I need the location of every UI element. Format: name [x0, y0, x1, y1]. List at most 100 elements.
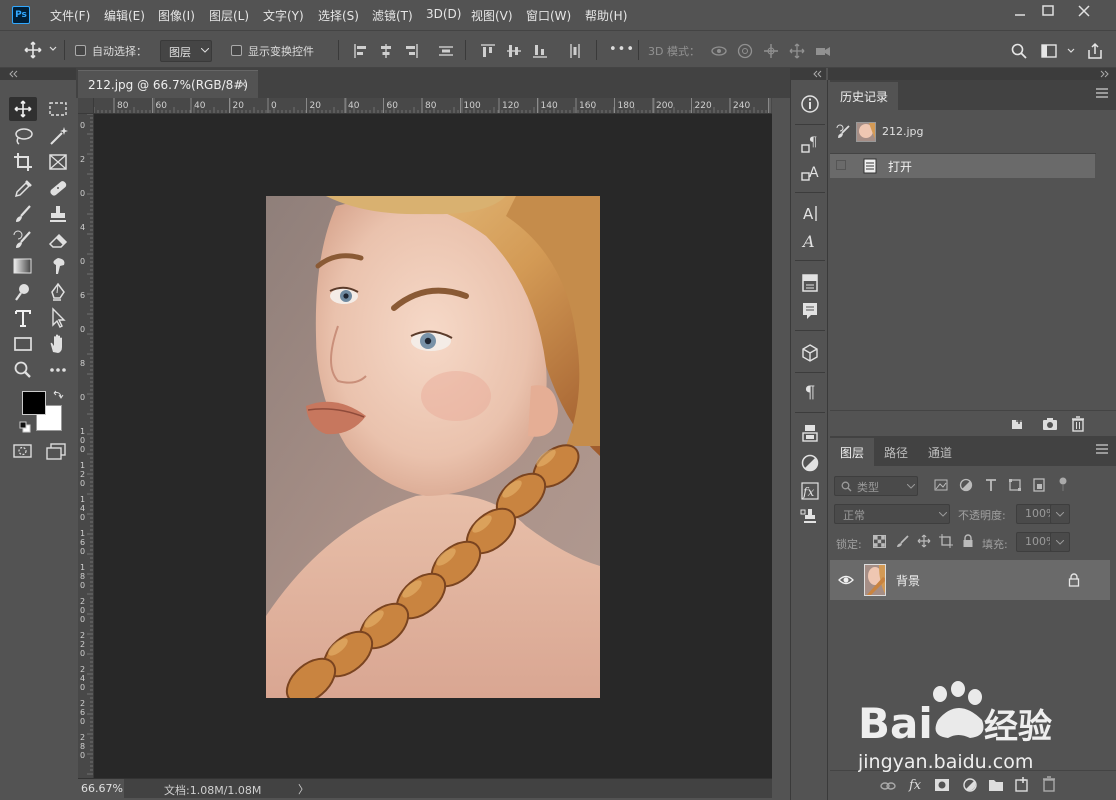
- filter-adjustment-icon[interactable]: [959, 478, 973, 492]
- vertical-ruler[interactable]: 020406080100120140160180200220240260280: [78, 114, 94, 778]
- frame-tool[interactable]: [44, 150, 72, 174]
- quick-mask-icon[interactable]: [12, 442, 34, 460]
- clone-source-icon[interactable]: [799, 506, 821, 528]
- clone-stamp-tool[interactable]: [44, 202, 72, 226]
- distribute-vertical-icon[interactable]: [566, 42, 584, 60]
- menu-view[interactable]: 视图(V): [471, 7, 513, 24]
- share-icon[interactable]: [1086, 42, 1104, 60]
- menu-select[interactable]: 选择(S): [318, 7, 359, 24]
- character-panel-icon[interactable]: A: [799, 202, 821, 224]
- 3d-slide-icon[interactable]: [788, 42, 806, 60]
- zoom-level-field[interactable]: 66.67%: [78, 779, 124, 798]
- more-options-button[interactable]: •••: [609, 42, 635, 57]
- layers-panel-menu-icon[interactable]: [1096, 444, 1108, 454]
- edit-toolbar-button[interactable]: [44, 358, 72, 382]
- menu-3d[interactable]: 3D(D): [426, 7, 461, 21]
- lasso-tool[interactable]: [9, 124, 37, 148]
- right-dock-collapse-bar[interactable]: [828, 68, 1116, 80]
- align-middle-icon[interactable]: [505, 42, 523, 60]
- ruler-origin[interactable]: [78, 98, 94, 114]
- default-colors-icon[interactable]: [19, 421, 31, 433]
- history-step[interactable]: 打开: [830, 154, 1095, 178]
- opacity-dropdown[interactable]: [1050, 504, 1070, 524]
- close-window-button[interactable]: [1070, 2, 1098, 20]
- minimize-button[interactable]: [1006, 2, 1034, 20]
- menu-filter[interactable]: 滤镜(T): [372, 7, 413, 24]
- history-brush-source-icon[interactable]: [835, 124, 851, 140]
- screen-mode-icon[interactable]: [44, 442, 68, 460]
- filter-type-icon[interactable]: [984, 478, 998, 492]
- type-tool[interactable]: [9, 306, 37, 330]
- layer-comps-icon[interactable]: [799, 422, 821, 444]
- paragraph-panel-icon[interactable]: ¶: [799, 382, 821, 404]
- show-transform-checkbox[interactable]: [231, 45, 242, 56]
- magic-wand-tool[interactable]: [44, 124, 72, 148]
- layer-name[interactable]: 背景: [896, 572, 920, 589]
- lock-all-icon[interactable]: [962, 534, 974, 548]
- auto-select-target-dropdown[interactable]: 图层: [160, 40, 212, 62]
- search-icon[interactable]: [1010, 42, 1028, 60]
- filter-smart-object-icon[interactable]: [1032, 478, 1046, 492]
- lock-transparent-icon[interactable]: [873, 535, 886, 548]
- layer-filter-kind-dropdown[interactable]: 类型: [834, 476, 918, 496]
- dodge-tool[interactable]: [9, 280, 37, 304]
- filter-shape-icon[interactable]: [1008, 478, 1022, 492]
- layer-row[interactable]: 背景: [830, 560, 1110, 600]
- delete-state-icon[interactable]: [1071, 416, 1085, 432]
- maximize-button[interactable]: [1034, 2, 1062, 20]
- document-image[interactable]: [266, 196, 600, 698]
- tab-channels[interactable]: 通道: [918, 438, 962, 466]
- tab-paths[interactable]: 路径: [874, 438, 918, 466]
- glyphs-panel-icon[interactable]: A: [799, 230, 821, 252]
- styles-fx-icon[interactable]: fx: [799, 480, 821, 502]
- auto-select-checkbox[interactable]: [75, 45, 86, 56]
- align-left-icon[interactable]: [352, 42, 370, 60]
- toolbar-collapse-bar[interactable]: [0, 68, 76, 80]
- foreground-color-swatch[interactable]: [22, 391, 46, 415]
- move-tool-icon[interactable]: [24, 41, 42, 59]
- document-tab[interactable]: 212.jpg @ 66.7%(RGB/8#) ×: [78, 70, 258, 98]
- lock-position-icon[interactable]: [917, 534, 931, 548]
- menu-help[interactable]: 帮助(H): [585, 7, 627, 24]
- notes-panel-icon[interactable]: [799, 272, 821, 294]
- eyedropper-tool[interactable]: [9, 176, 37, 200]
- adjustments-icon[interactable]: [799, 452, 821, 474]
- brush-tool[interactable]: [9, 202, 37, 226]
- new-snapshot-icon[interactable]: [1042, 417, 1058, 431]
- dock-collapse-bar[interactable]: [790, 68, 826, 80]
- 3d-scale-camera-icon[interactable]: [814, 42, 832, 60]
- menu-image[interactable]: 图像(I): [158, 7, 195, 24]
- menu-type[interactable]: 文字(Y): [263, 7, 304, 24]
- smudge-tool[interactable]: [44, 254, 72, 278]
- lock-artboard-icon[interactable]: [939, 534, 953, 548]
- 3d-orbit-icon[interactable]: [710, 42, 728, 60]
- workspace-icon[interactable]: [1040, 42, 1058, 60]
- tool-preset-chevron-icon[interactable]: [48, 44, 58, 54]
- new-document-from-state-icon[interactable]: [1010, 417, 1026, 431]
- align-center-icon[interactable]: [377, 42, 395, 60]
- marquee-tool[interactable]: [44, 97, 72, 121]
- workspace-chevron-icon[interactable]: [1066, 46, 1076, 56]
- menu-layer[interactable]: 图层(L): [209, 7, 249, 24]
- swap-colors-icon[interactable]: [52, 389, 64, 401]
- 3d-panel-icon[interactable]: [799, 342, 821, 364]
- distribute-horizontal-icon[interactable]: [437, 42, 455, 60]
- hand-tool[interactable]: [44, 332, 72, 356]
- status-menu-arrow[interactable]: 〉: [298, 781, 309, 797]
- blend-mode-dropdown[interactable]: 正常: [834, 504, 950, 524]
- align-right-icon[interactable]: [402, 42, 420, 60]
- 3d-pan-icon[interactable]: [762, 42, 780, 60]
- align-top-icon[interactable]: [479, 42, 497, 60]
- lock-pixels-icon[interactable]: [896, 535, 909, 548]
- pen-tool[interactable]: [44, 280, 72, 304]
- layer-visibility-eye-icon[interactable]: [838, 574, 854, 586]
- healing-brush-tool[interactable]: [44, 176, 72, 200]
- gradient-tool[interactable]: [9, 254, 37, 278]
- history-snapshot[interactable]: 212.jpg: [830, 116, 1096, 154]
- comments-panel-icon[interactable]: [799, 300, 821, 322]
- paragraph-styles-icon[interactable]: ¶: [799, 134, 821, 156]
- zoom-tool[interactable]: [9, 358, 37, 382]
- menu-window[interactable]: 窗口(W): [526, 7, 571, 24]
- close-document-button[interactable]: ×: [238, 77, 248, 91]
- fill-dropdown[interactable]: [1050, 532, 1070, 552]
